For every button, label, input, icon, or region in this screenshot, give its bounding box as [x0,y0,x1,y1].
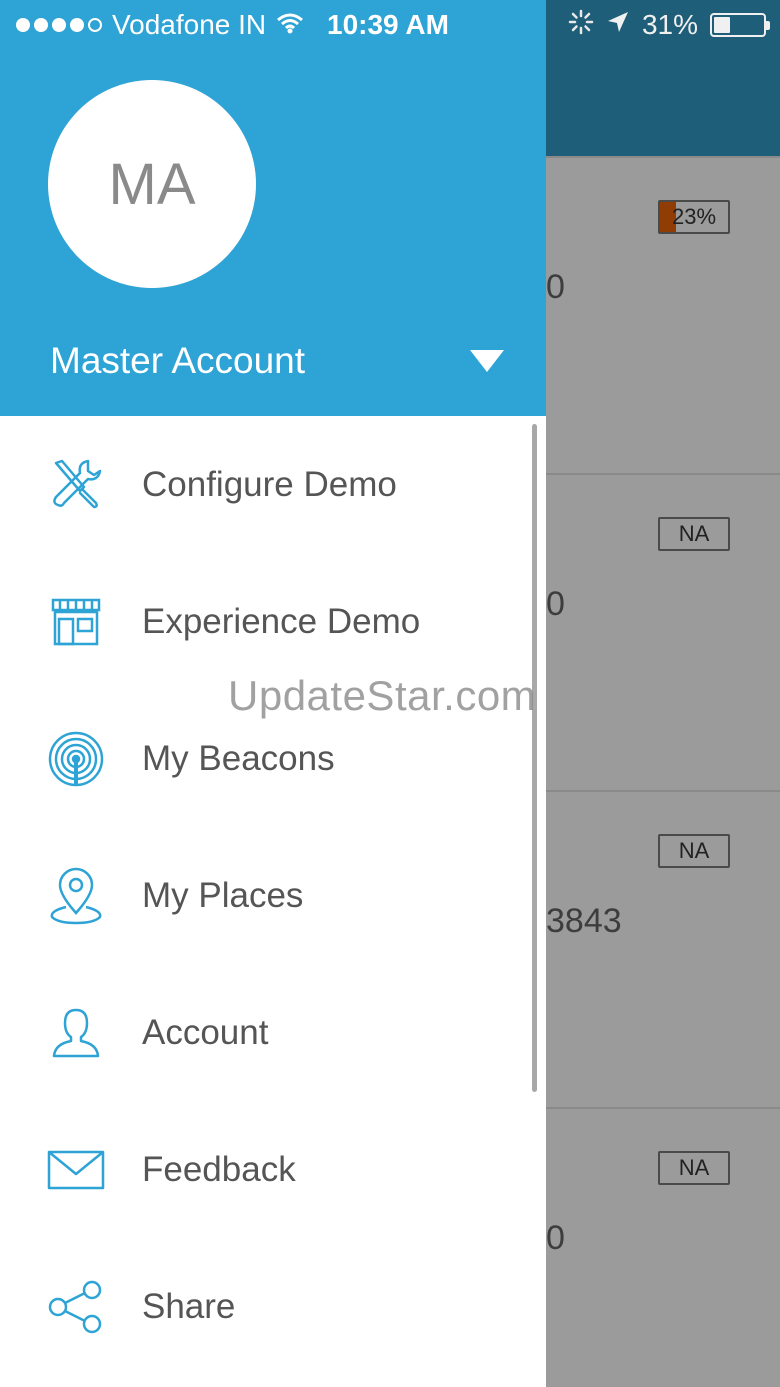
tools-icon [46,455,106,515]
map-pin-icon [46,866,106,926]
battery-fill [714,17,731,33]
menu-item-label: Share [142,1286,236,1326]
battery-badge: NA [658,517,730,551]
location-arrow-icon [606,9,630,41]
envelope-icon [46,1140,106,1200]
drawer-scrollbar[interactable] [532,424,537,1092]
menu-item-label: Experience Demo [142,601,421,641]
battery-percent: 31% [641,9,698,40]
account-name[interactable]: Master Account [50,340,305,382]
list-item-text: 0 [546,1219,565,1257]
battery-badge: NA [658,834,730,868]
clock: 10:39 AM [327,9,449,40]
beacon-icon [46,729,106,789]
menu-item-label: My Places [142,875,304,915]
menu-item-my-places[interactable]: My Places [0,827,530,964]
status-bar: Vodafone IN 10:39 AM 31% [0,0,780,50]
storefront-icon [46,592,106,652]
list-item-text: 0 [546,585,565,623]
menu-item-account[interactable]: Account [0,964,530,1101]
list-item-text: 0 [546,268,565,306]
menu-item-label: Account [142,1012,269,1052]
avatar-initials: MA [108,151,196,217]
user-icon [46,1003,106,1063]
menu-item-experience-demo[interactable]: Experience Demo [0,553,530,690]
menu-item-feedback[interactable]: Feedback [0,1101,530,1238]
watermark: UpdateStar.com [228,672,537,719]
menu-item-label: Configure Demo [142,464,397,504]
avatar[interactable]: MA [48,80,256,288]
battery-icon [710,13,770,37]
list-item-text: 3843 [546,902,622,940]
battery-badge: NA [658,1151,730,1185]
battery-badge: 23% [658,200,730,234]
wifi-icon [276,9,304,41]
menu-item-configure-demo[interactable]: Configure Demo [0,416,530,553]
menu-item-label: Feedback [142,1149,296,1189]
menu-item-share[interactable]: Share [0,1238,530,1375]
signal-icon [16,18,102,32]
drawer-header: MA Master Account [0,0,546,416]
carrier-name: Vodafone IN [112,9,267,40]
share-icon [46,1277,106,1337]
account-dropdown-icon[interactable] [470,350,504,372]
menu-item-label: My Beacons [142,738,335,778]
activity-spinner-icon [568,9,594,42]
